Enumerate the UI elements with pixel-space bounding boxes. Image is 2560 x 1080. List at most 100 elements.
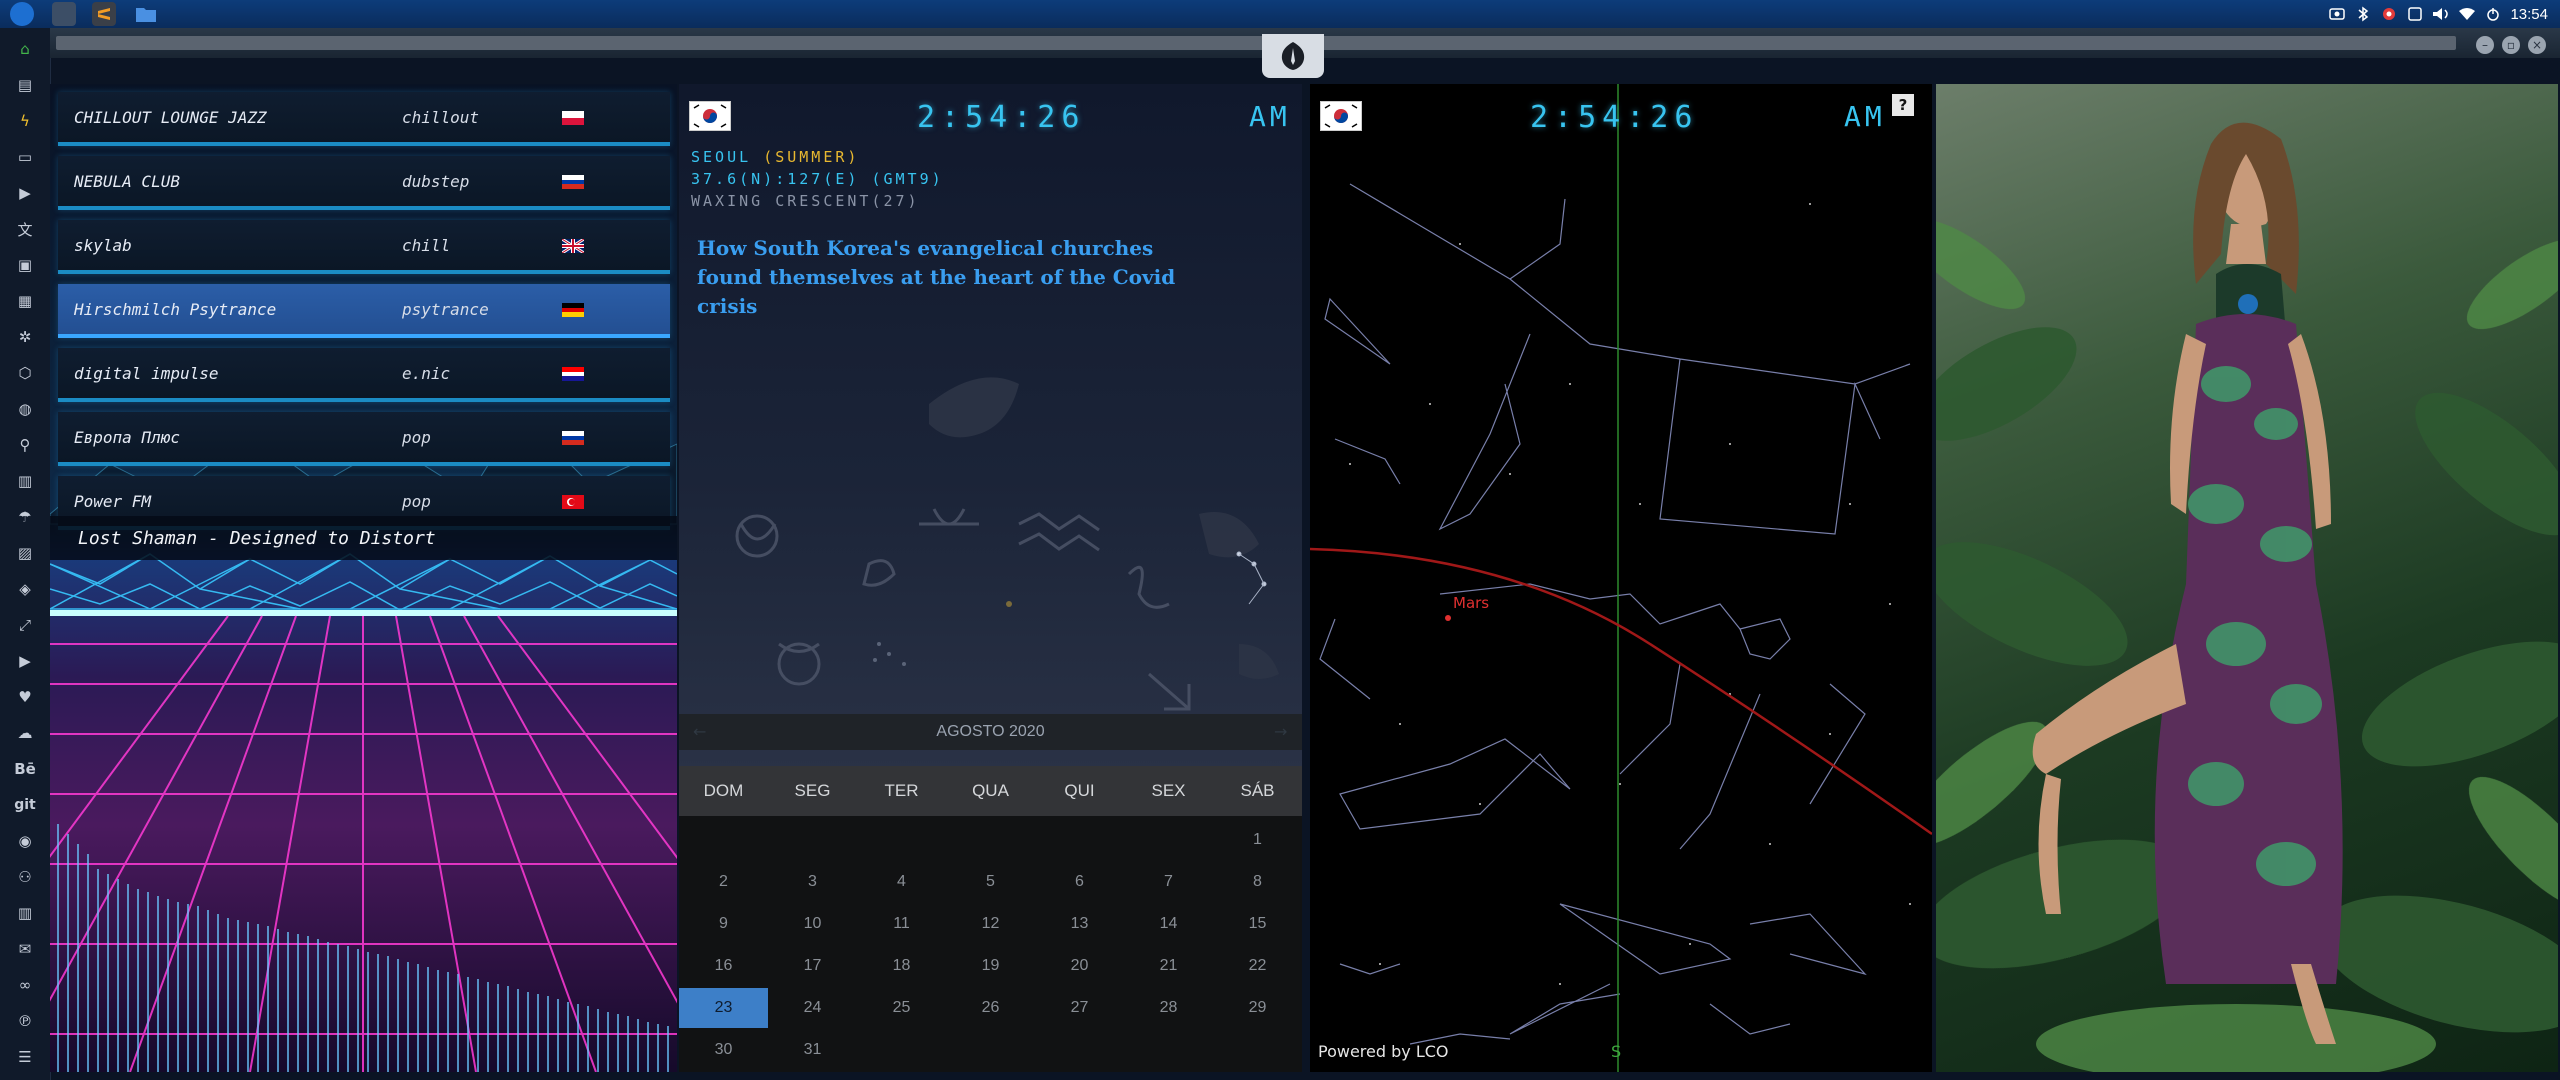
station-item[interactable]: Европа Плюс pop — [58, 412, 670, 466]
station-name: skylab — [74, 236, 132, 255]
wifi-icon[interactable] — [2454, 0, 2480, 28]
calendar-day[interactable]: 16 — [679, 946, 768, 986]
news-headline[interactable]: How South Korea's evangelical churches f… — [697, 234, 1217, 321]
rebel-logo-tab[interactable] — [1262, 34, 1324, 78]
home-icon[interactable]: ⌂ — [13, 37, 37, 61]
tag-icon[interactable]: ◈ — [13, 577, 37, 601]
calendar-day[interactable]: 3 — [768, 862, 857, 902]
calendar-day[interactable]: 13 — [1035, 904, 1124, 944]
calendar-day[interactable]: 29 — [1213, 988, 1302, 1028]
calendar-day[interactable]: 6 — [1035, 862, 1124, 902]
calendar-day[interactable]: 1 — [1213, 820, 1302, 860]
minimize-button[interactable]: – — [2476, 36, 2494, 54]
calendar-day[interactable]: 18 — [857, 946, 946, 986]
translate-icon[interactable]: 文 — [13, 217, 37, 241]
archive-icon[interactable]: ▭ — [13, 145, 37, 169]
calendar-day[interactable]: 17 — [768, 946, 857, 986]
station-item[interactable]: digital impulse e.nic — [58, 348, 670, 402]
calendar-day[interactable]: 8 — [1213, 862, 1302, 902]
calendar-day-today[interactable]: 23 — [679, 988, 768, 1028]
expand-icon[interactable]: ⤢ — [13, 613, 37, 637]
russia-flag-icon — [562, 175, 584, 189]
weekday-label: TER — [884, 781, 919, 800]
calendar-day[interactable]: 27 — [1035, 988, 1124, 1028]
calendar-day[interactable]: 24 — [768, 988, 857, 1028]
settings-gear-icon[interactable] — [2376, 0, 2402, 28]
mail-icon[interactable]: ✉ — [13, 937, 37, 961]
calendar-day[interactable]: 9 — [679, 904, 768, 944]
play-icon[interactable]: ▶ — [13, 181, 37, 205]
bicycle-icon[interactable]: ⚇ — [13, 865, 37, 889]
station-item[interactable]: skylab chill — [58, 220, 670, 274]
hexagon-icon[interactable]: ⬡ — [13, 361, 37, 385]
sky-map-panel[interactable]: 2:54:26 AM ? Mars S Powered by LCO — [1310, 84, 1932, 1072]
contacts-icon[interactable]: ▨ — [13, 541, 37, 565]
now-playing-bar[interactable]: Lost Shaman - Designed to Distort — [50, 516, 677, 560]
screenshot-icon[interactable] — [2324, 0, 2350, 28]
calendar-day[interactable]: 19 — [946, 946, 1035, 986]
sky-clock-ampm: AM — [1844, 100, 1886, 133]
image-icon[interactable]: ▣ — [13, 253, 37, 277]
behance-icon[interactable]: Bē — [13, 757, 37, 781]
star-chart[interactable] — [1310, 84, 1932, 1072]
top-panel: 13:54 — [0, 0, 2560, 29]
calendar-day[interactable]: 20 — [1035, 946, 1124, 986]
calendar-day[interactable]: 10 — [768, 904, 857, 944]
station-name: Power FM — [74, 492, 152, 511]
app-menu-icon[interactable] — [10, 2, 34, 26]
menu-icon[interactable]: ☰ — [13, 1045, 37, 1069]
calendar-day[interactable]: 2 — [679, 862, 768, 902]
calendar-day[interactable]: 5 — [946, 862, 1035, 902]
map-icon[interactable]: ▥ — [13, 469, 37, 493]
close-button[interactable]: × — [2528, 36, 2546, 54]
link-icon[interactable]: ∞ — [13, 973, 37, 997]
file-manager-icon[interactable] — [134, 2, 158, 26]
map-fold-icon[interactable]: ▥ — [13, 901, 37, 925]
window-switcher-icon[interactable] — [52, 2, 76, 26]
pinterest-icon[interactable]: ℗ — [13, 1009, 37, 1033]
calendar-day[interactable]: 12 — [946, 904, 1035, 944]
calendar-day[interactable]: 4 — [857, 862, 946, 902]
settings-icon[interactable]: ✲ — [13, 325, 37, 349]
bolt-icon[interactable]: ϟ — [13, 109, 37, 133]
station-item-active[interactable]: Hirschmilch Psytrance psytrance — [58, 284, 670, 338]
globe-icon[interactable]: ◍ — [13, 397, 37, 421]
rebel-alliance-icon — [1281, 42, 1305, 70]
help-button[interactable]: ? — [1892, 94, 1914, 116]
powered-by-credit[interactable]: Powered by LCO — [1318, 1042, 1449, 1061]
calendar-day[interactable]: 28 — [1124, 988, 1213, 1028]
city-name: SEOUL — [691, 148, 752, 166]
youtube-icon[interactable]: ▶ — [13, 649, 37, 673]
sublime-text-icon[interactable] — [92, 2, 116, 26]
maximize-button[interactable]: ▫ — [2502, 36, 2520, 54]
umbrella-icon[interactable]: ☂ — [13, 505, 37, 529]
card-icon[interactable]: ▦ — [13, 289, 37, 313]
bluetooth-icon[interactable] — [2350, 0, 2376, 28]
calendar-day[interactable]: 31 — [768, 1030, 857, 1070]
mars-label[interactable]: Mars — [1453, 594, 1489, 612]
calendar-day[interactable]: 21 — [1124, 946, 1213, 986]
system-clock[interactable]: 13:54 — [2506, 6, 2560, 23]
heart-icon[interactable]: ♥ — [13, 685, 37, 709]
calendar-day[interactable]: 14 — [1124, 904, 1213, 944]
calendar-day[interactable]: 26 — [946, 988, 1035, 1028]
git-icon[interactable]: git — [13, 793, 37, 817]
volume-icon[interactable] — [2428, 0, 2454, 28]
document-icon[interactable]: ▤ — [13, 73, 37, 97]
search-icon[interactable]: ⚲ — [13, 433, 37, 457]
github-icon[interactable]: ◉ — [13, 829, 37, 853]
calendar-day[interactable]: 22 — [1213, 946, 1302, 986]
station-item[interactable]: CHILLOUT LOUNGE JAZZ chillout — [58, 92, 670, 146]
calendar-day[interactable]: 7 — [1124, 862, 1213, 902]
calendar-day[interactable]: 25 — [857, 988, 946, 1028]
next-month-button[interactable]: → — [1274, 722, 1287, 741]
calendar-day[interactable]: 15 — [1213, 904, 1302, 944]
russia-flag-icon — [562, 431, 584, 445]
calendar-day[interactable]: 30 — [679, 1030, 768, 1070]
notification-icon[interactable] — [2402, 0, 2428, 28]
cloud-icon[interactable]: ☁ — [13, 721, 37, 745]
station-genre: chill — [402, 236, 451, 255]
power-icon[interactable] — [2480, 0, 2506, 28]
station-item[interactable]: NEBULA CLUB dubstep — [58, 156, 670, 210]
calendar-day[interactable]: 11 — [857, 904, 946, 944]
